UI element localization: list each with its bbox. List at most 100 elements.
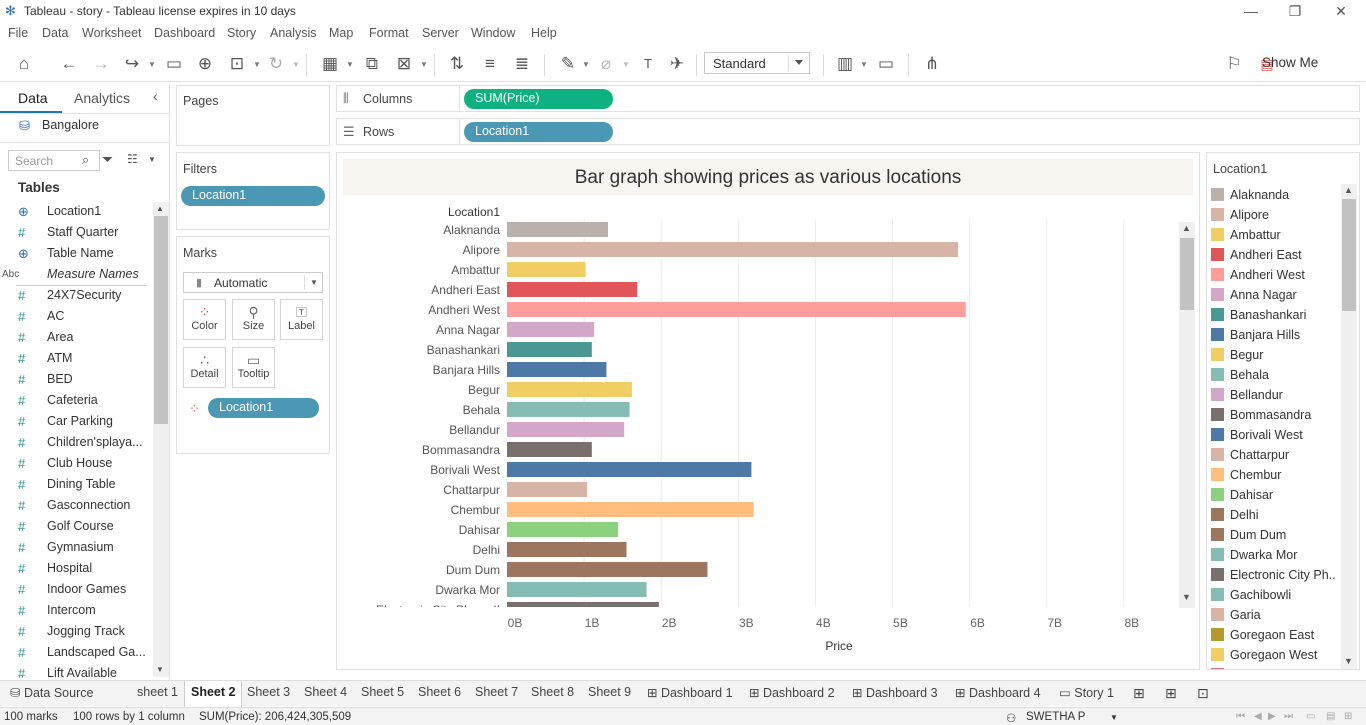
mark-type-select[interactable]: ▮ Automatic ▼ [183, 272, 323, 293]
tab-data[interactable]: Data [18, 90, 48, 106]
label-button[interactable]: 🅃 Label [280, 299, 323, 340]
bar[interactable] [507, 242, 959, 257]
highlight-icon[interactable]: ✎ [556, 52, 580, 76]
legend-item[interactable]: Goregaon East [1211, 625, 1339, 645]
bar[interactable] [507, 582, 647, 597]
tab-sheet-8[interactable]: Sheet 8 [531, 685, 574, 699]
bar[interactable] [507, 302, 966, 317]
columns-shelf[interactable]: ⫼ Columns SUM(Price) [336, 85, 1360, 112]
bar[interactable] [507, 462, 752, 477]
legend-item[interactable]: Chembur [1211, 465, 1339, 485]
legend-item[interactable]: Electronic City Ph.. [1211, 565, 1339, 585]
field-item[interactable]: # Staff Quarter [18, 223, 153, 243]
field-item[interactable]: # Gymnasium [18, 538, 153, 558]
field-item[interactable]: # Landscaped Ga... [18, 643, 153, 663]
bar[interactable] [507, 342, 592, 357]
sheet-nav-prev-icon[interactable]: ◀ [1254, 711, 1262, 722]
new-worksheet-icon[interactable]: ▦ [318, 52, 342, 76]
field-item[interactable]: ⊕ Location1 [18, 202, 153, 222]
scrollbar-thumb[interactable] [154, 216, 168, 424]
field-item[interactable]: # Cafeteria [18, 391, 153, 411]
rows-shelf[interactable]: ☰ Rows Location1 [336, 118, 1360, 145]
restore-icon[interactable]: ❐ [1280, 2, 1310, 20]
bar[interactable] [507, 522, 619, 537]
legend-item[interactable]: Bellandur [1211, 385, 1339, 405]
legend-item[interactable]: Goregaon West [1211, 645, 1339, 665]
new-story-tab-icon[interactable]: ⊡ [1197, 685, 1209, 702]
show-sheet-sorter-icon[interactable]: ⊞ [1344, 711, 1352, 722]
chevron-down-icon[interactable]: ▼ [1110, 713, 1118, 722]
home-icon[interactable]: ⌂ [12, 52, 36, 76]
collapse-pane-icon[interactable]: ‹ [153, 88, 158, 104]
presentation-icon[interactable]: ▭ [874, 52, 898, 76]
clear-sheet-icon[interactable]: ⊠ [392, 52, 416, 76]
chevron-down-icon[interactable]: ▼ [860, 60, 868, 69]
legend-item[interactable]: Borivali West [1211, 425, 1339, 445]
filter-pill-location1[interactable]: Location1 [181, 186, 325, 206]
new-worksheet-tab-icon[interactable]: ⊞ [1133, 685, 1145, 702]
chart-view[interactable]: Bar graph showing prices as various loca… [336, 152, 1200, 670]
bar[interactable] [507, 502, 754, 517]
chevron-down-icon[interactable]: ▼ [346, 60, 354, 69]
field-item[interactable]: #24X7Security [18, 286, 153, 306]
tab-data-source[interactable]: ⛁ Data Source [10, 685, 93, 700]
field-item[interactable]: # Children'splaya... [18, 433, 153, 453]
swap-rows-columns-icon[interactable]: ⇅ [445, 52, 469, 76]
bar[interactable] [507, 322, 595, 337]
marks-pill-location1[interactable]: Location1 [208, 398, 319, 418]
bar[interactable] [507, 422, 625, 437]
menu-story[interactable]: Story [227, 26, 256, 40]
rows-pill-location1[interactable]: Location1 [464, 122, 613, 142]
bar[interactable] [507, 222, 609, 237]
cards-icon[interactable]: ▥ [833, 52, 857, 76]
legend-item[interactable]: Ambattur [1211, 225, 1339, 245]
field-item[interactable]: # Intercom [18, 601, 153, 621]
bar[interactable] [507, 482, 588, 497]
show-filmstrip-icon[interactable]: ▭ [1306, 711, 1315, 722]
tab-analytics[interactable]: Analytics [74, 90, 130, 106]
tab-sheet-3[interactable]: Sheet 3 [247, 685, 290, 699]
legend-item[interactable]: Behala [1211, 365, 1339, 385]
columns-pill-sum-price[interactable]: SUM(Price) [464, 89, 613, 109]
bar[interactable] [507, 602, 659, 617]
tab-sheet-2[interactable]: Sheet 2 [184, 681, 243, 707]
scroll-down-icon[interactable]: ▼ [1344, 656, 1353, 666]
filter-icon[interactable]: ⏷ [102, 151, 113, 168]
search-input[interactable]: Search ⌕ [8, 150, 100, 171]
tab-sheet-4[interactable]: Sheet 4 [304, 685, 347, 699]
size-button[interactable]: ⚲ Size [232, 299, 275, 340]
sheet-nav-first-icon[interactable]: ⏮ [1236, 711, 1245, 722]
pages-card[interactable]: Pages [176, 85, 330, 146]
show-me-button[interactable]: Show Me [1262, 55, 1318, 70]
chevron-down-icon[interactable]: ▼ [148, 60, 156, 69]
tab-dashboard-1[interactable]: ⊞ Dashboard 1 [647, 685, 733, 700]
legend-item[interactable]: Delhi [1211, 505, 1339, 525]
menu-worksheet[interactable]: Worksheet [82, 26, 142, 40]
menu-analysis[interactable]: Analysis [270, 26, 317, 40]
status-user[interactable]: SWETHA P [1026, 711, 1085, 723]
field-item[interactable]: # AC [18, 307, 153, 327]
fit-select[interactable]: Standard [704, 52, 810, 74]
field-item[interactable]: # Gasconnection [18, 496, 153, 516]
pin-icon[interactable]: ✈ [665, 52, 689, 76]
chart-scrollbar[interactable]: ▲ ▼ [1179, 222, 1195, 608]
menu-window[interactable]: Window [471, 26, 515, 40]
field-item[interactable]: # Area [18, 328, 153, 348]
sort-ascending-icon[interactable]: ≡ [478, 52, 502, 76]
legend-scrollbar[interactable]: ▲ ▼ [1341, 184, 1357, 669]
field-item[interactable]: ⊕ Table Name [18, 244, 153, 264]
legend-item[interactable]: Dum Dum [1211, 525, 1339, 545]
field-item[interactable]: Abc Measure Names [2, 265, 153, 285]
menu-help[interactable]: Help [531, 26, 557, 40]
field-item[interactable]: # BED [18, 370, 153, 390]
tab-sheet-5[interactable]: Sheet 5 [361, 685, 404, 699]
chevron-down-icon[interactable]: ▼ [148, 155, 156, 164]
sort-descending-icon[interactable]: ≣ [510, 52, 534, 76]
bar[interactable] [507, 262, 586, 277]
bar[interactable] [507, 362, 607, 377]
tab-dashboard-2[interactable]: ⊞ Dashboard 2 [749, 685, 835, 700]
legend-item[interactable]: Alipore [1211, 205, 1339, 225]
detail-button[interactable]: ∴ Detail [183, 347, 226, 388]
scrollbar-thumb[interactable] [1180, 238, 1194, 310]
chevron-down-icon[interactable]: ▼ [582, 60, 590, 69]
